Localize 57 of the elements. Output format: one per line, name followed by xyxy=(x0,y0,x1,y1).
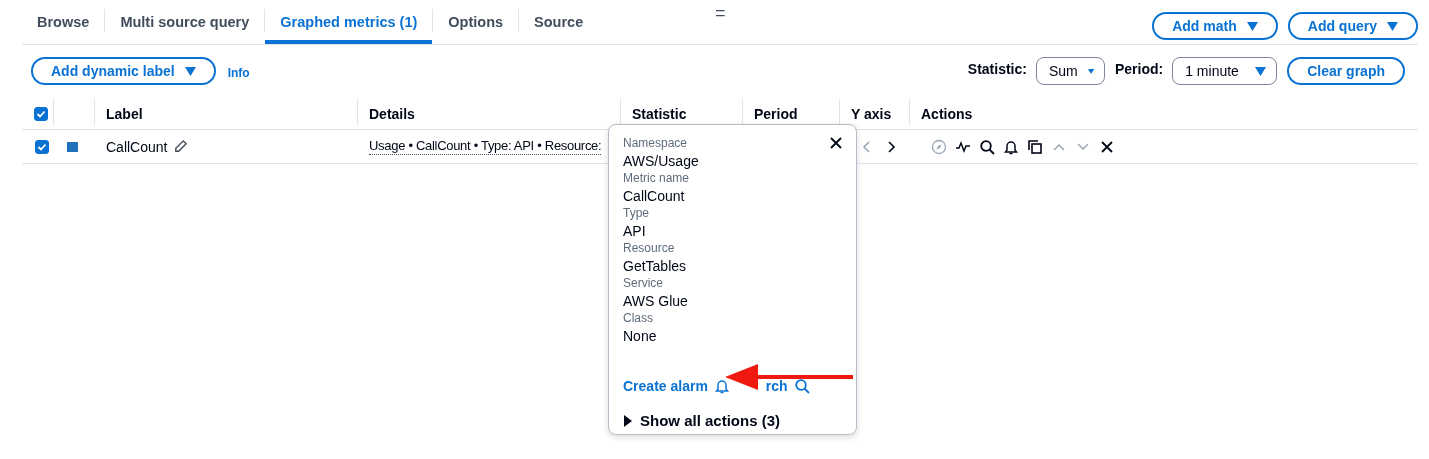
caret-icon xyxy=(1246,21,1258,31)
column-header: Period xyxy=(754,106,798,122)
field-label: Service xyxy=(623,275,663,292)
tab[interactable]: Browse xyxy=(22,0,105,44)
field-label: Statistic: xyxy=(967,61,1027,77)
tab[interactable]: Multi source query xyxy=(105,0,265,44)
field-label: Metric name xyxy=(623,170,690,187)
column-header: Label xyxy=(106,106,143,122)
field-value: CallCount xyxy=(623,187,685,205)
table-cell: CallCount xyxy=(106,138,168,155)
statistic-select[interactable]: Sum xyxy=(1035,57,1105,85)
caret-icon xyxy=(1087,66,1094,76)
close-icon xyxy=(828,135,844,151)
dropdown-button[interactable]: Add query xyxy=(1287,12,1418,40)
close-icon[interactable] xyxy=(1099,138,1115,155)
pencil-icon[interactable] xyxy=(173,139,189,154)
show-all-actions-toggle[interactable]: Show all actions (3) xyxy=(623,412,781,429)
caret-icon xyxy=(184,66,196,76)
info-link[interactable]: Info xyxy=(227,66,250,80)
dropdown-button[interactable]: Add dynamic label xyxy=(31,57,216,85)
tab[interactable]: Options xyxy=(433,0,519,44)
caret-icon xyxy=(1387,21,1398,31)
search-icon[interactable] xyxy=(979,138,995,155)
dropdown-button[interactable]: Add math xyxy=(1152,12,1278,40)
column-header: Statistic xyxy=(632,106,687,122)
search-icon xyxy=(793,378,810,394)
field-value: GetTables xyxy=(623,257,687,275)
field-label: Type xyxy=(623,205,649,222)
column-header: Details xyxy=(369,106,415,122)
field-label: Namespace xyxy=(623,135,688,152)
field-label: Class xyxy=(623,310,653,327)
field-value: AWS Glue xyxy=(623,292,688,310)
create-alarm-link[interactable]: Create alarm xyxy=(623,378,730,394)
tab[interactable]: Graphed metrics (1) xyxy=(265,0,433,44)
checkmark-icon xyxy=(37,141,47,152)
bell-icon xyxy=(713,378,730,394)
search-link[interactable]: rch xyxy=(765,378,810,394)
period-select[interactable]: 1 minute xyxy=(1172,57,1278,85)
field-label: Period: xyxy=(1114,61,1164,77)
caret-icon xyxy=(1255,66,1267,76)
table-cell: Usage • CallCount • Type: API • Resource: xyxy=(369,138,602,155)
checkbox[interactable] xyxy=(35,139,49,154)
caret-right-icon xyxy=(623,414,633,427)
bell-icon[interactable] xyxy=(1003,138,1019,155)
field-value: None xyxy=(623,327,657,345)
column-header: Y axis xyxy=(851,106,892,122)
copy-icon[interactable] xyxy=(1027,138,1043,155)
checkmark-icon xyxy=(36,109,46,119)
close-button[interactable] xyxy=(828,135,844,151)
field-value: API xyxy=(623,222,646,240)
tab[interactable]: Source xyxy=(519,0,599,44)
column-header: Actions xyxy=(921,106,973,122)
checkbox[interactable] xyxy=(34,107,48,121)
field-value: AWS/Usage xyxy=(623,152,699,170)
drag-handle[interactable]: = xyxy=(715,3,726,24)
clear-graph-button[interactable]: Clear graph xyxy=(1287,57,1405,85)
field-label: Resource xyxy=(623,240,675,257)
